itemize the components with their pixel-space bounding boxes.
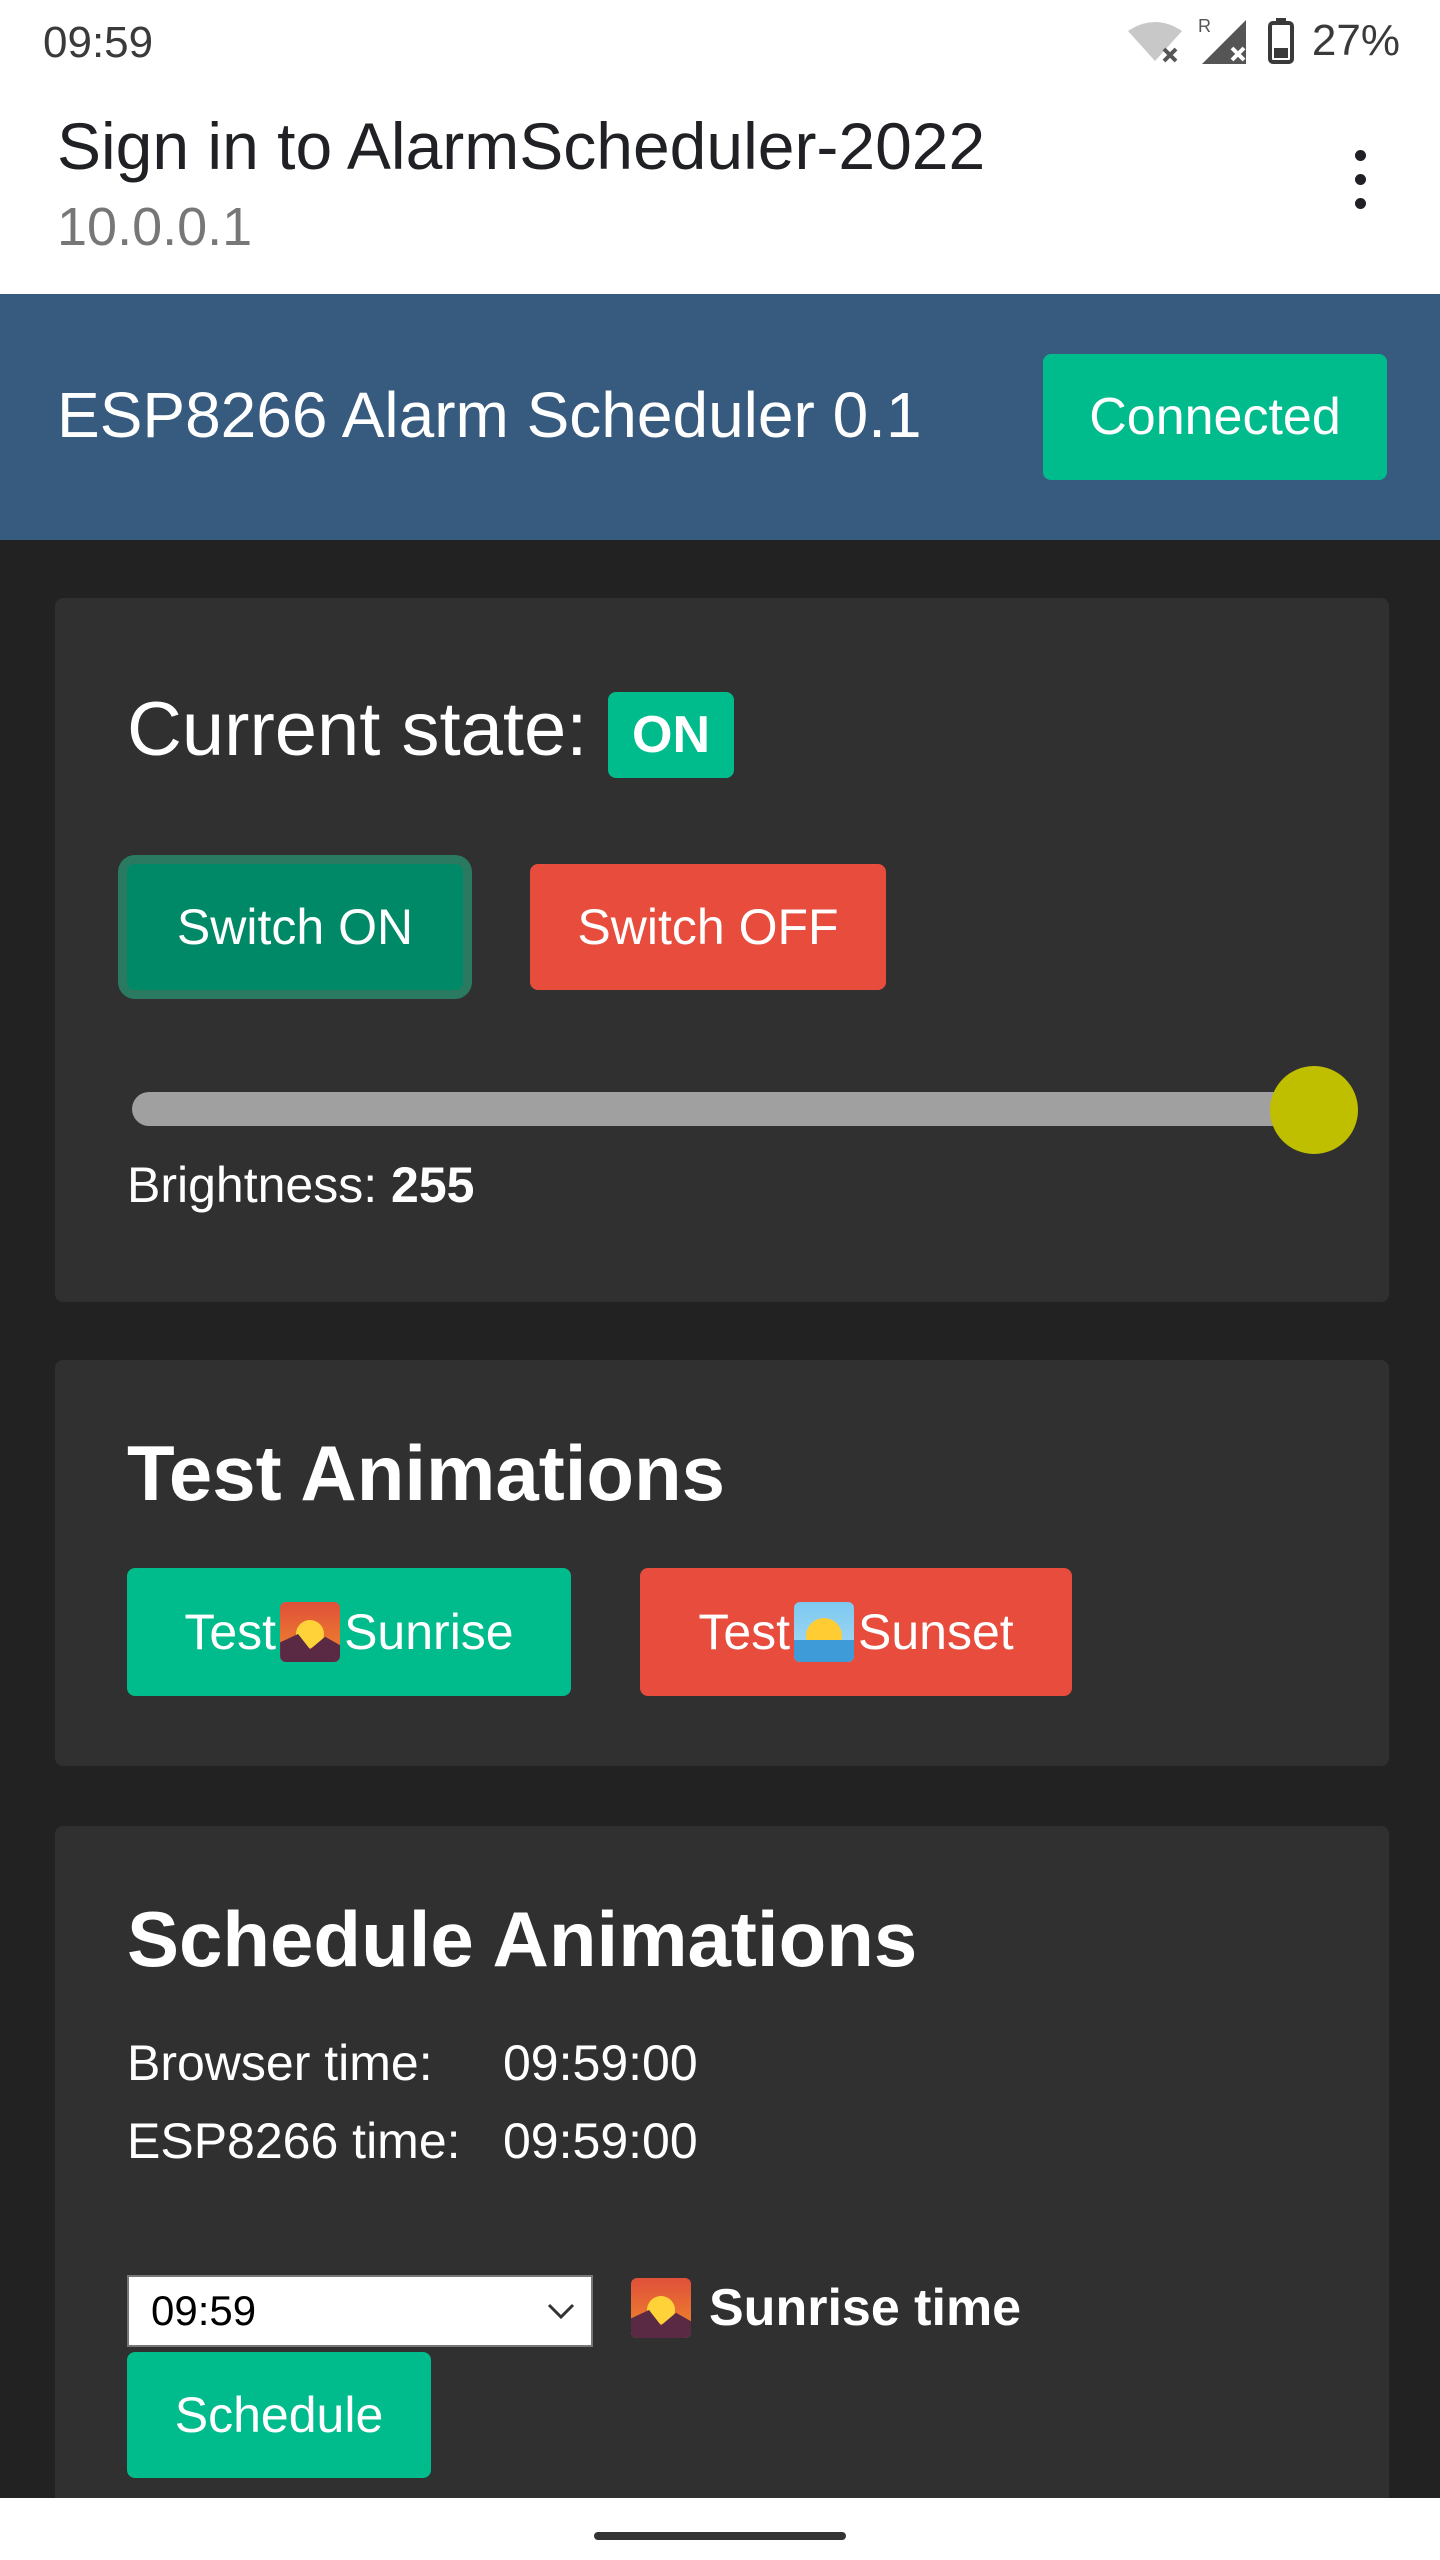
switch-off-button[interactable]: Switch OFF — [530, 864, 886, 990]
esp-time-value: 09:59:00 — [503, 2113, 698, 2169]
svg-text:R: R — [1198, 16, 1211, 36]
brightness-label: Brightness: — [127, 1157, 378, 1213]
schedule-button[interactable]: Schedule — [127, 2352, 431, 2478]
status-time: 09:59 — [43, 18, 154, 67]
battery-percent: 27% — [1311, 16, 1400, 65]
home-gesture-handle[interactable] — [594, 2532, 846, 2540]
sunrise-time-select[interactable]: 09:59 — [127, 2275, 593, 2347]
connected-button[interactable]: Connected — [1043, 354, 1387, 480]
gesture-bar — [0, 2498, 1440, 2560]
current-state-title: Current state: — [127, 687, 588, 772]
brightness-readout: Brightness: 255 — [127, 1156, 474, 1214]
page-title: Sign in to AlarmScheduler-2022 — [57, 109, 986, 183]
navbar-brand[interactable]: ESP8266 Alarm Scheduler 0.1 — [57, 378, 922, 452]
test-animations-card: Test Animations Test Sunrise Test Sunset — [55, 1360, 1389, 1766]
brightness-value: 255 — [391, 1157, 475, 1213]
status-bar: 09:59 R 27% — [0, 0, 1440, 84]
sunrise-time-label: Sunrise time — [709, 2279, 1022, 2337]
test-sunrise-button[interactable]: Test Sunrise — [127, 1568, 571, 1696]
schedule-animations-card: Schedule Animations Browser time: 09:59:0… — [55, 1826, 1389, 2560]
navbar: ESP8266 Alarm Scheduler 0.1 Connected — [0, 294, 1440, 540]
sunrise-time-select-value: 09:59 — [151, 2287, 257, 2334]
state-badge: ON — [608, 692, 734, 778]
chevron-down-icon — [547, 2303, 575, 2320]
status-icons: R 27% — [1126, 16, 1400, 66]
browser-time-value: 09:59:00 — [503, 2035, 698, 2091]
esp-time-label: ESP8266 time: — [127, 2113, 461, 2169]
browser-time-row: Browser time: 09:59:00 — [127, 2034, 698, 2092]
esp-time-row: ESP8266 time: 09:59:00 — [127, 2112, 698, 2170]
signal-roaming-icon: R — [1198, 16, 1246, 64]
test-animations-title: Test Animations — [127, 1429, 726, 1517]
battery-icon — [1267, 18, 1294, 64]
browser-time-label: Browser time: — [127, 2035, 433, 2091]
switch-on-button[interactable]: Switch ON — [127, 864, 463, 990]
sunrise-icon — [280, 1602, 341, 1662]
brightness-slider-thumb[interactable] — [1270, 1066, 1358, 1154]
more-options-icon[interactable] — [1340, 150, 1380, 220]
brightness-slider[interactable] — [132, 1092, 1314, 1126]
schedule-animations-title: Schedule Animations — [127, 1895, 918, 1983]
test-sunset-label: Sunset — [858, 1604, 1014, 1660]
test-sunset-button[interactable]: Test Sunset — [640, 1568, 1072, 1696]
test-sunrise-prefix: Test — [184, 1604, 277, 1660]
state-card: Current state: ON Switch ON Switch OFF B… — [55, 598, 1389, 1302]
sunrise-time-label-row: Sunrise time — [627, 2278, 1021, 2338]
wifi-off-icon — [1127, 22, 1182, 63]
sunrise-icon — [631, 2278, 691, 2338]
test-sunset-prefix: Test — [698, 1604, 791, 1660]
page-url: 10.0.0.1 — [57, 197, 253, 257]
sunset-icon — [794, 1602, 855, 1662]
browser-header: Sign in to AlarmScheduler-2022 10.0.0.1 — [0, 84, 1440, 294]
test-sunrise-label: Sunrise — [344, 1604, 514, 1660]
